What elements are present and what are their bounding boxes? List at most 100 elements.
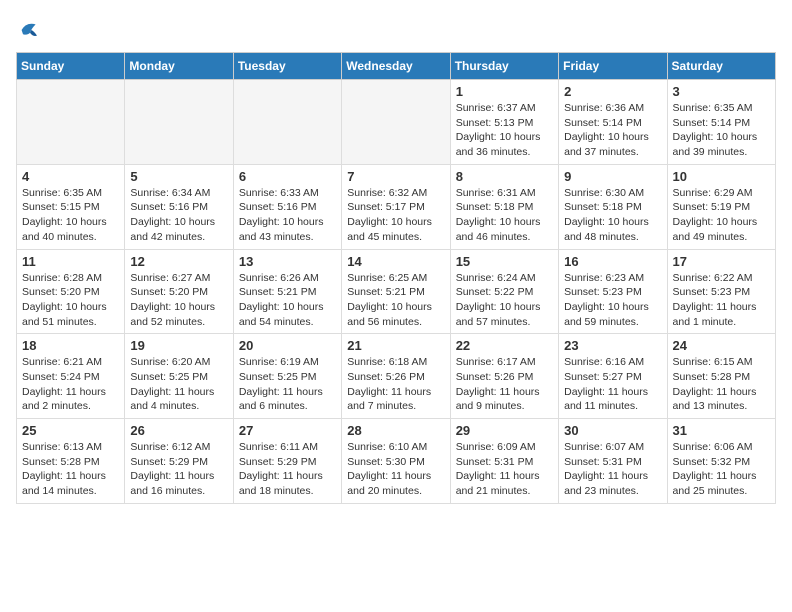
column-header-thursday: Thursday	[450, 53, 558, 80]
calendar-cell	[342, 80, 450, 165]
day-number: 8	[456, 169, 553, 184]
day-info: Sunrise: 6:23 AMSunset: 5:23 PMDaylight:…	[564, 271, 661, 330]
day-number: 2	[564, 84, 661, 99]
calendar-cell: 15 Sunrise: 6:24 AMSunset: 5:22 PMDayligh…	[450, 249, 558, 334]
day-number: 11	[22, 254, 119, 269]
calendar-cell: 29 Sunrise: 6:09 AMSunset: 5:31 PMDayligh…	[450, 419, 558, 504]
column-header-saturday: Saturday	[667, 53, 775, 80]
day-info: Sunrise: 6:29 AMSunset: 5:19 PMDaylight:…	[673, 186, 770, 245]
day-number: 23	[564, 338, 661, 353]
calendar-cell: 25 Sunrise: 6:13 AMSunset: 5:28 PMDayligh…	[17, 419, 125, 504]
calendar-cell: 30 Sunrise: 6:07 AMSunset: 5:31 PMDayligh…	[559, 419, 667, 504]
calendar-cell	[125, 80, 233, 165]
column-header-monday: Monday	[125, 53, 233, 80]
day-info: Sunrise: 6:12 AMSunset: 5:29 PMDaylight:…	[130, 440, 227, 499]
page-header	[16, 16, 776, 44]
day-number: 29	[456, 423, 553, 438]
day-info: Sunrise: 6:17 AMSunset: 5:26 PMDaylight:…	[456, 355, 553, 414]
day-info: Sunrise: 6:31 AMSunset: 5:18 PMDaylight:…	[456, 186, 553, 245]
day-info: Sunrise: 6:34 AMSunset: 5:16 PMDaylight:…	[130, 186, 227, 245]
calendar-week-1: 1Sunrise: 6:37 AMSunset: 5:13 PMDaylight…	[17, 80, 776, 165]
calendar-cell	[233, 80, 341, 165]
calendar-cell: 21 Sunrise: 6:18 AMSunset: 5:26 PMDayligh…	[342, 334, 450, 419]
day-info: Sunrise: 6:20 AMSunset: 5:25 PMDaylight:…	[130, 355, 227, 414]
calendar-cell: 9 Sunrise: 6:30 AMSunset: 5:18 PMDaylight…	[559, 164, 667, 249]
calendar-cell: 22 Sunrise: 6:17 AMSunset: 5:26 PMDayligh…	[450, 334, 558, 419]
day-info: Sunrise: 6:26 AMSunset: 5:21 PMDaylight:…	[239, 271, 336, 330]
day-number: 26	[130, 423, 227, 438]
day-number: 13	[239, 254, 336, 269]
day-info: Sunrise: 6:19 AMSunset: 5:25 PMDaylight:…	[239, 355, 336, 414]
day-number: 15	[456, 254, 553, 269]
day-number: 30	[564, 423, 661, 438]
column-header-sunday: Sunday	[17, 53, 125, 80]
calendar-header-row: SundayMondayTuesdayWednesdayThursdayFrid…	[17, 53, 776, 80]
day-number: 28	[347, 423, 444, 438]
day-number: 14	[347, 254, 444, 269]
day-info: Sunrise: 6:13 AMSunset: 5:28 PMDaylight:…	[22, 440, 119, 499]
logo	[16, 16, 48, 44]
calendar-cell: 26 Sunrise: 6:12 AMSunset: 5:29 PMDayligh…	[125, 419, 233, 504]
day-number: 19	[130, 338, 227, 353]
calendar-cell: 7 Sunrise: 6:32 AMSunset: 5:17 PMDaylight…	[342, 164, 450, 249]
day-number: 31	[673, 423, 770, 438]
day-info: Sunrise: 6:30 AMSunset: 5:18 PMDaylight:…	[564, 186, 661, 245]
day-info: Sunrise: 6:27 AMSunset: 5:20 PMDaylight:…	[130, 271, 227, 330]
day-number: 3	[673, 84, 770, 99]
day-number: 21	[347, 338, 444, 353]
day-number: 24	[673, 338, 770, 353]
day-number: 12	[130, 254, 227, 269]
day-info: Sunrise: 6:22 AMSunset: 5:23 PMDaylight:…	[673, 271, 770, 330]
calendar-cell: 23 Sunrise: 6:16 AMSunset: 5:27 PMDayligh…	[559, 334, 667, 419]
day-info: Sunrise: 6:35 AMSunset: 5:15 PMDaylight:…	[22, 186, 119, 245]
calendar-cell: 4Sunrise: 6:35 AMSunset: 5:15 PMDaylight…	[17, 164, 125, 249]
calendar-table: SundayMondayTuesdayWednesdayThursdayFrid…	[16, 52, 776, 504]
day-info: Sunrise: 6:28 AMSunset: 5:20 PMDaylight:…	[22, 271, 119, 330]
day-info: Sunrise: 6:06 AMSunset: 5:32 PMDaylight:…	[673, 440, 770, 499]
calendar-cell: 14Sunrise: 6:25 AMSunset: 5:21 PMDayligh…	[342, 249, 450, 334]
day-number: 22	[456, 338, 553, 353]
calendar-cell: 8 Sunrise: 6:31 AMSunset: 5:18 PMDaylight…	[450, 164, 558, 249]
calendar-cell: 1Sunrise: 6:37 AMSunset: 5:13 PMDaylight…	[450, 80, 558, 165]
day-number: 17	[673, 254, 770, 269]
day-info: Sunrise: 6:21 AMSunset: 5:24 PMDaylight:…	[22, 355, 119, 414]
day-number: 10	[673, 169, 770, 184]
day-number: 7	[347, 169, 444, 184]
day-info: Sunrise: 6:09 AMSunset: 5:31 PMDaylight:…	[456, 440, 553, 499]
day-info: Sunrise: 6:24 AMSunset: 5:22 PMDaylight:…	[456, 271, 553, 330]
day-info: Sunrise: 6:07 AMSunset: 5:31 PMDaylight:…	[564, 440, 661, 499]
calendar-cell: 16 Sunrise: 6:23 AMSunset: 5:23 PMDayligh…	[559, 249, 667, 334]
calendar-cell: 31 Sunrise: 6:06 AMSunset: 5:32 PMDayligh…	[667, 419, 775, 504]
calendar-cell: 28 Sunrise: 6:10 AMSunset: 5:30 PMDayligh…	[342, 419, 450, 504]
day-number: 20	[239, 338, 336, 353]
day-number: 9	[564, 169, 661, 184]
day-info: Sunrise: 6:35 AMSunset: 5:14 PMDaylight:…	[673, 101, 770, 160]
calendar-cell: 18 Sunrise: 6:21 AMSunset: 5:24 PMDayligh…	[17, 334, 125, 419]
calendar-cell: 6Sunrise: 6:33 AMSunset: 5:16 PMDaylight…	[233, 164, 341, 249]
column-header-wednesday: Wednesday	[342, 53, 450, 80]
day-number: 18	[22, 338, 119, 353]
calendar-week-2: 4Sunrise: 6:35 AMSunset: 5:15 PMDaylight…	[17, 164, 776, 249]
calendar-week-5: 25 Sunrise: 6:13 AMSunset: 5:28 PMDayligh…	[17, 419, 776, 504]
logo-bird-icon	[16, 16, 44, 44]
day-number: 16	[564, 254, 661, 269]
calendar-cell: 2Sunrise: 6:36 AMSunset: 5:14 PMDaylight…	[559, 80, 667, 165]
day-number: 1	[456, 84, 553, 99]
day-info: Sunrise: 6:33 AMSunset: 5:16 PMDaylight:…	[239, 186, 336, 245]
calendar-cell: 27Sunrise: 6:11 AMSunset: 5:29 PMDayligh…	[233, 419, 341, 504]
calendar-cell: 13 Sunrise: 6:26 AMSunset: 5:21 PMDayligh…	[233, 249, 341, 334]
day-info: Sunrise: 6:18 AMSunset: 5:26 PMDaylight:…	[347, 355, 444, 414]
calendar-cell: 17 Sunrise: 6:22 AMSunset: 5:23 PMDayligh…	[667, 249, 775, 334]
column-header-friday: Friday	[559, 53, 667, 80]
day-number: 25	[22, 423, 119, 438]
calendar-cell: 5 Sunrise: 6:34 AMSunset: 5:16 PMDaylight…	[125, 164, 233, 249]
calendar-cell: 12 Sunrise: 6:27 AMSunset: 5:20 PMDayligh…	[125, 249, 233, 334]
day-number: 5	[130, 169, 227, 184]
day-info: Sunrise: 6:10 AMSunset: 5:30 PMDaylight:…	[347, 440, 444, 499]
calendar-week-4: 18 Sunrise: 6:21 AMSunset: 5:24 PMDayligh…	[17, 334, 776, 419]
day-info: Sunrise: 6:32 AMSunset: 5:17 PMDaylight:…	[347, 186, 444, 245]
calendar-cell: 20 Sunrise: 6:19 AMSunset: 5:25 PMDayligh…	[233, 334, 341, 419]
day-info: Sunrise: 6:11 AMSunset: 5:29 PMDaylight:…	[239, 440, 336, 499]
day-info: Sunrise: 6:16 AMSunset: 5:27 PMDaylight:…	[564, 355, 661, 414]
calendar-cell: 3 Sunrise: 6:35 AMSunset: 5:14 PMDaylight…	[667, 80, 775, 165]
